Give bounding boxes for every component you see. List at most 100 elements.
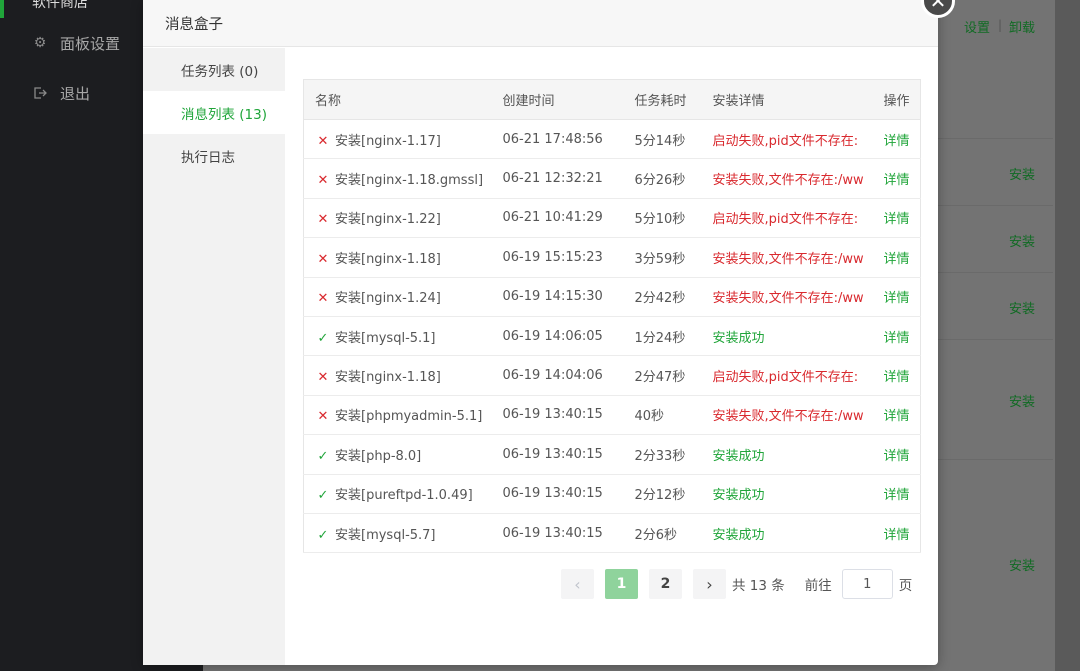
task-name: 安装[nginx-1.18] bbox=[335, 370, 441, 386]
table-row: ✕ 安装[nginx-1.18] 06-19 15:15:23 3分59秒 安装失败,文… bbox=[303, 237, 921, 278]
cell-created-time: 06-21 17:48:56 bbox=[491, 119, 624, 160]
message-list-panel: 名称 创建时间 任务耗时 安装详情 操作 ✕ 安装[nginx-1.17] 06-2… bbox=[303, 79, 921, 554]
cell-duration: 5分14秒 bbox=[623, 119, 702, 160]
cell-install-detail: 启动失败,pid文件不存在: bbox=[701, 119, 873, 160]
cell-created-time: 06-19 15:15:23 bbox=[491, 237, 624, 278]
detail-link[interactable]: 详情 bbox=[884, 212, 910, 227]
detail-link[interactable]: 详情 bbox=[884, 409, 910, 424]
cell-install-detail: 启动失败,pid文件不存在: bbox=[701, 198, 873, 239]
cell-name: ✕ 安装[nginx-1.18] bbox=[303, 355, 492, 396]
install-link[interactable]: 安装 bbox=[1009, 164, 1035, 183]
table-row: ✓ 安装[mysql-5.7] 06-19 13:40:15 2分6秒 安装成功 详情 bbox=[303, 513, 921, 554]
install-link[interactable]: 安装 bbox=[1009, 391, 1035, 410]
check-icon: ✓ bbox=[317, 527, 329, 543]
message-table: 名称 创建时间 任务耗时 安装详情 操作 ✕ 安装[nginx-1.17] 06-2… bbox=[303, 79, 921, 554]
cell-duration: 3分59秒 bbox=[623, 237, 702, 278]
logout-icon bbox=[32, 85, 48, 101]
cell-created-time: 06-19 13:40:15 bbox=[491, 434, 624, 475]
table-row: ✕ 安装[phpmyadmin-5.1] 06-19 13:40:15 40秒 安装失败… bbox=[303, 395, 921, 436]
divider bbox=[938, 459, 1053, 460]
detail-link[interactable]: 详情 bbox=[884, 370, 910, 385]
cell-duration: 2分12秒 bbox=[623, 474, 702, 514]
detail-link[interactable]: 详情 bbox=[884, 528, 910, 543]
page-button-1[interactable]: 1 bbox=[605, 569, 638, 599]
install-link[interactable]: 安装 bbox=[1009, 231, 1035, 250]
dialog-title: 消息盒子 bbox=[165, 16, 223, 33]
chevron-left-icon[interactable]: ‹ bbox=[561, 569, 594, 599]
cell-action: 详情 bbox=[872, 513, 921, 554]
detail-link[interactable]: 详情 bbox=[884, 252, 910, 267]
task-name: 安装[mysql-5.7] bbox=[335, 527, 436, 543]
cell-action: 详情 bbox=[872, 237, 921, 278]
cell-name: ✓ 安装[mysql-5.1] bbox=[303, 316, 492, 357]
cell-action: 详情 bbox=[872, 355, 921, 396]
task-name: 安装[mysql-5.1] bbox=[335, 330, 436, 346]
background-scroll-strip bbox=[1055, 0, 1080, 671]
install-link[interactable]: 安装 bbox=[1009, 555, 1035, 574]
sidebar-item-panel-settings[interactable]: ⚙ 面板设置 bbox=[32, 31, 120, 55]
tab-execution-log[interactable]: 执行日志 bbox=[143, 134, 285, 177]
detail-link[interactable]: 详情 bbox=[884, 291, 910, 306]
cell-created-time: 06-19 14:06:05 bbox=[491, 316, 624, 357]
sidebar-item-label: 面板设置 bbox=[60, 34, 121, 53]
cross-icon: ✕ bbox=[317, 173, 329, 189]
cell-install-detail: 安装成功 bbox=[701, 316, 873, 357]
cell-action: 详情 bbox=[872, 277, 921, 317]
tab-message-list[interactable]: 消息列表 (13) bbox=[143, 91, 285, 134]
detail-link[interactable]: 详情 bbox=[884, 449, 910, 464]
task-name: 安装[nginx-1.17] bbox=[335, 133, 441, 149]
settings-link[interactable]: 设置 bbox=[964, 17, 990, 36]
chevron-right-icon[interactable]: › bbox=[693, 569, 726, 599]
check-icon: ✓ bbox=[317, 448, 329, 464]
goto-label: 前往 bbox=[804, 578, 832, 594]
divider bbox=[938, 272, 1053, 273]
goto-page-input[interactable] bbox=[841, 569, 893, 599]
task-name: 安装[nginx-1.24] bbox=[335, 291, 441, 307]
cross-icon: ✕ bbox=[317, 133, 329, 149]
table-row: ✓ 安装[php-8.0] 06-19 13:40:15 2分33秒 安装成功 详情 bbox=[303, 434, 921, 475]
sidebar-item-logout[interactable]: 退出 bbox=[32, 81, 90, 105]
cell-duration: 2分6秒 bbox=[623, 513, 702, 554]
detail-link[interactable]: 详情 bbox=[884, 488, 910, 503]
cell-action: 详情 bbox=[872, 158, 921, 199]
cell-created-time: 06-21 12:32:21 bbox=[491, 158, 624, 199]
cell-install-detail: 安装成功 bbox=[701, 434, 873, 475]
cell-install-detail: 安装失败,文件不存在:/ww bbox=[701, 158, 873, 199]
detail-link[interactable]: 详情 bbox=[884, 134, 910, 149]
dialog-header: 消息盒子 bbox=[143, 0, 938, 47]
cell-duration: 1分24秒 bbox=[623, 316, 702, 357]
table-row: ✓ 安装[pureftpd-1.0.49] 06-19 13:40:15 2分12秒安… bbox=[303, 474, 921, 514]
uninstall-link[interactable]: 卸载 bbox=[1009, 17, 1035, 36]
cell-created-time: 06-19 13:40:15 bbox=[491, 513, 624, 554]
divider bbox=[938, 339, 1053, 340]
sidebar-active-indicator bbox=[0, 0, 4, 18]
cross-icon: ✕ bbox=[317, 370, 329, 386]
tab-task-list[interactable]: 任务列表 (0) bbox=[143, 48, 285, 91]
cell-install-detail: 安装失败,文件不存在:/ww bbox=[701, 395, 873, 436]
table-row: ✕ 安装[nginx-1.22] 06-21 10:41:29 5分10秒 启动失败,p… bbox=[303, 198, 921, 239]
divider bbox=[938, 138, 1053, 139]
cell-action: 详情 bbox=[872, 474, 921, 514]
sidebar-item-partial[interactable]: 软件商店 bbox=[32, 0, 122, 11]
dialog-tabs: 任务列表 (0) 消息列表 (13) 执行日志 bbox=[143, 48, 285, 665]
total-count: 共 13 条 bbox=[732, 578, 785, 594]
table-row: ✓ 安装[mysql-5.1] 06-19 14:06:05 1分24秒 安装成功 详情 bbox=[303, 316, 921, 357]
cell-duration: 2分47秒 bbox=[623, 355, 702, 396]
pagination: ‹ 1 2 › 共 13 条 前往 页 bbox=[561, 569, 912, 599]
cell-duration: 2分33秒 bbox=[623, 434, 702, 475]
cell-action: 详情 bbox=[872, 395, 921, 436]
install-link[interactable]: 安装 bbox=[1009, 298, 1035, 317]
link-separator: | bbox=[998, 18, 1003, 32]
column-header-duration: 任务耗时 bbox=[623, 79, 702, 120]
cell-install-detail: 安装失败,文件不存在:/ww bbox=[701, 277, 873, 317]
cell-name: ✕ 安装[nginx-1.18] bbox=[303, 237, 492, 278]
page-button-2[interactable]: 2 bbox=[649, 569, 682, 599]
detail-link[interactable]: 详情 bbox=[884, 173, 910, 188]
detail-link[interactable]: 详情 bbox=[884, 331, 910, 346]
table-header-row: 名称 创建时间 任务耗时 安装详情 操作 bbox=[303, 79, 921, 120]
check-icon: ✓ bbox=[317, 330, 329, 346]
column-header-action: 操作 bbox=[872, 79, 921, 120]
cell-duration: 5分10秒 bbox=[623, 198, 702, 239]
check-icon: ✓ bbox=[317, 488, 329, 504]
gear-icon: ⚙ bbox=[33, 35, 47, 51]
